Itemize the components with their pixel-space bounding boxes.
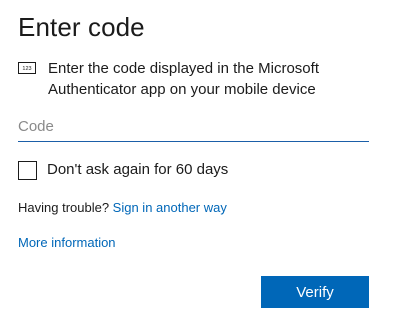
remember-checkbox[interactable] [18, 160, 37, 180]
remember-checkbox-label: Don't ask again for 60 days [47, 161, 229, 178]
sign-in-another-way-link[interactable]: Sign in another way [113, 200, 227, 215]
code-input[interactable] [18, 112, 369, 142]
enter-code-page: Enter code 123 Enter the code displayed … [0, 0, 401, 322]
code-icon-digits: 123 [22, 66, 31, 72]
numeric-code-icon: 123 [18, 62, 36, 74]
trouble-text: Having trouble? [18, 200, 113, 215]
remember-checkbox-row[interactable]: Don't ask again for 60 days [18, 159, 228, 181]
instruction-row: 123 Enter the code displayed in the Micr… [18, 58, 388, 100]
page-title: Enter code [18, 12, 145, 42]
trouble-row: Having trouble? Sign in another way [18, 199, 227, 217]
instruction-text: Enter the code displayed in the Microsof… [48, 60, 319, 98]
more-information-link[interactable]: More information [18, 234, 116, 252]
verify-button[interactable]: Verify [261, 276, 369, 308]
